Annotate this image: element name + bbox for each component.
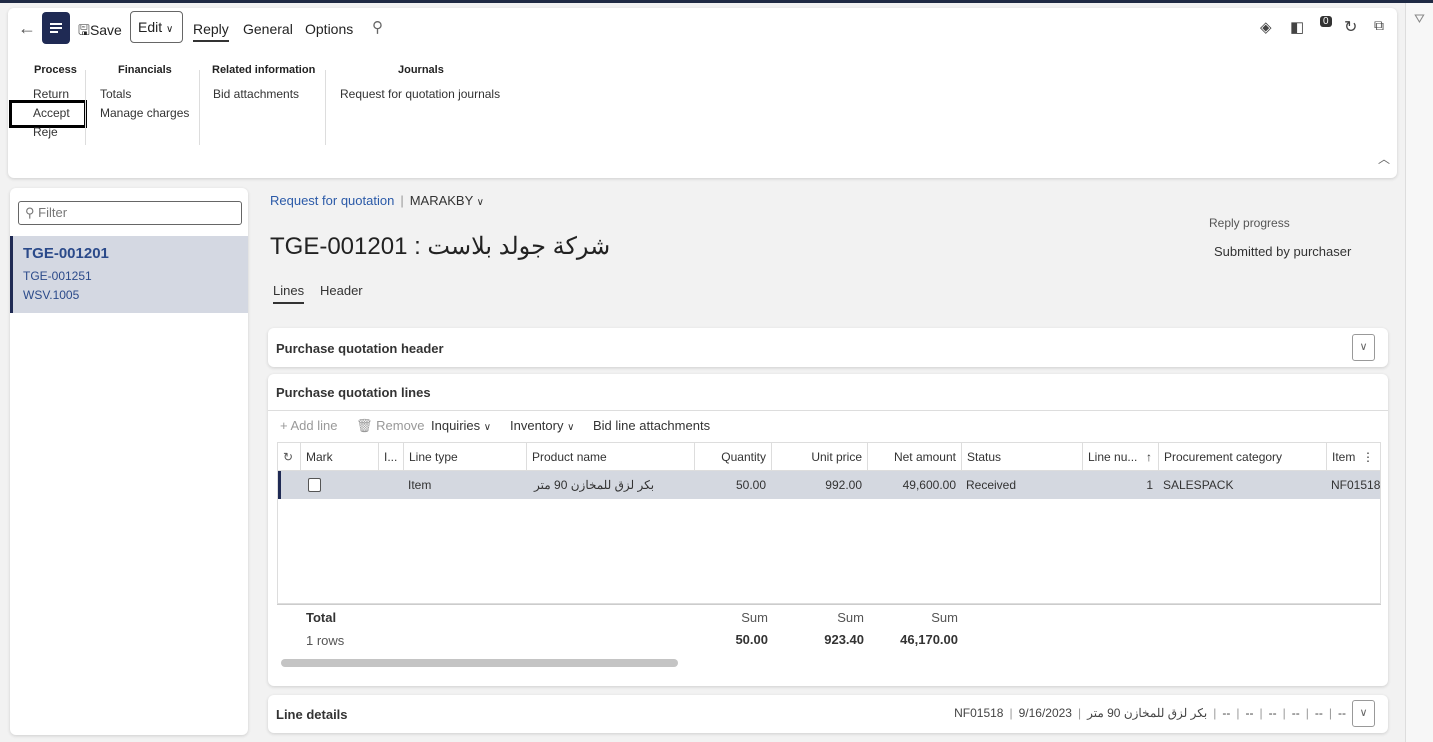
list-item-selected[interactable]: TGE-001201 TGE-001251 WSV.1005	[10, 236, 248, 313]
list-panel: ⚲ Filter TGE-001201 TGE-001251 WSV.1005	[10, 188, 248, 735]
reply-progress-value: Submitted by purchaser	[1214, 244, 1352, 259]
sort-ascending-icon: ↑	[1146, 450, 1152, 464]
column-i[interactable]: I...	[378, 443, 403, 471]
cell-product-name: بكر لزق للمخازن 90 متر	[534, 478, 655, 492]
chevron-down-icon: ∨	[166, 24, 174, 35]
more-icon: ⋮	[1362, 450, 1374, 464]
grid-header: ↻ Mark I... Line type Product name Quant…	[278, 443, 1380, 471]
menu-button[interactable]	[42, 12, 70, 44]
action-pane: ← 🖫Save Edit ∨ Reply General Options ⚲ ◈…	[8, 8, 1397, 178]
divider	[85, 70, 86, 145]
column-product-name[interactable]: Product name	[526, 443, 694, 471]
section-title: Purchase quotation header	[276, 341, 444, 356]
line-details-summary: NF01518 | بكر لزق للمخازن 90 متر|9/16/2023…	[954, 706, 1346, 720]
filter-input[interactable]: ⚲ Filter	[18, 201, 242, 225]
save-button[interactable]: 🖫Save	[78, 20, 122, 44]
cell-unit-price: 992.00	[825, 478, 862, 492]
bid-line-attachments-button[interactable]: Bid line attachments	[593, 418, 710, 433]
column-unit-price[interactable]: Unit price	[771, 443, 867, 471]
column-net-amount[interactable]: Net amount	[867, 443, 961, 471]
sum-net-amount: 46,170.00	[900, 632, 958, 647]
tab-reply[interactable]: Reply	[193, 21, 229, 42]
tab-header[interactable]: Header	[320, 283, 363, 298]
sum-label: Sum	[837, 610, 864, 625]
group-related-title: Related information	[212, 64, 316, 76]
lines-section: Purchase quotation lines + Add line 🗑 Re…	[268, 374, 1388, 686]
list-item-subtitle: WSV.1005	[23, 288, 80, 302]
column-status[interactable]: Status	[961, 443, 1082, 471]
search-icon: ⚲	[25, 205, 35, 220]
bid-attachments-button[interactable]: Bid attachments	[213, 87, 299, 101]
remove-button[interactable]: 🗑 Remove	[356, 418, 425, 434]
sum-label: Sum	[741, 610, 768, 625]
sum-quantity: 50.00	[735, 632, 768, 647]
footer-row-count: 1 rows	[306, 633, 345, 648]
cell-item: NF01518	[1331, 478, 1380, 492]
search-icon[interactable]: ⚲	[372, 18, 383, 36]
list-item-subtitle: TGE-001251	[23, 269, 92, 283]
cell-line-number: 1	[1146, 478, 1153, 492]
edit-button[interactable]: Edit ∨	[130, 11, 183, 43]
column-quantity[interactable]: Quantity	[694, 443, 771, 471]
manage-charges-button[interactable]: Manage charges	[100, 106, 189, 120]
filter-icon[interactable]: ⛛	[1414, 11, 1425, 27]
cell-quantity: 50.00	[735, 478, 766, 492]
open-new-window-icon[interactable]: ⧉	[1374, 17, 1384, 34]
lines-grid: ↻ Mark I... Line type Product name Quant…	[277, 442, 1381, 605]
breadcrumb-link[interactable]: Request for quotation	[270, 193, 394, 208]
breadcrumb: Request for quotation | MARAKBY ∨	[270, 193, 484, 208]
inquiries-menu[interactable]: Inquiries ∨	[431, 418, 491, 433]
horizontal-scrollbar[interactable]	[281, 659, 678, 667]
save-icon: 🖫	[78, 22, 90, 38]
sum-unit-price: 923.40	[824, 632, 864, 647]
cell-net-amount: 49,600.00	[902, 478, 956, 492]
column-line-number[interactable]: Line nu... ↑	[1082, 443, 1158, 471]
company-selector[interactable]: MARAKBY	[410, 193, 473, 208]
column-procurement-category[interactable]: Procurement category	[1158, 443, 1326, 471]
column-item[interactable]: Item ⋮	[1326, 443, 1380, 471]
refresh-icon[interactable]: ↻	[1344, 17, 1357, 37]
notification-badge[interactable]: 0	[1320, 16, 1332, 27]
collapse-icon[interactable]: ︿	[1378, 150, 1390, 167]
back-icon[interactable]: ←	[18, 18, 36, 39]
list-item-title: TGE-001201	[23, 245, 109, 262]
add-line-button[interactable]: + Add line	[280, 418, 337, 433]
return-button[interactable]: Return	[33, 87, 69, 101]
reject-button[interactable]: Reje	[33, 125, 58, 139]
column-mark[interactable]: Mark	[300, 443, 378, 471]
column-line-type[interactable]: Line type	[403, 443, 526, 471]
footer-total-label: Total	[306, 610, 337, 625]
inventory-menu[interactable]: Inventory ∨	[510, 418, 574, 433]
mark-checkbox[interactable]	[308, 478, 321, 492]
group-process-title: Process	[34, 64, 77, 76]
top-bar	[0, 0, 1433, 3]
divider	[199, 70, 200, 145]
cell-line-type: Item	[408, 478, 432, 492]
line-details-section[interactable]: Line details NF01518 | بكر لزق للمخازن 90 …	[268, 695, 1388, 733]
expand-button[interactable]: ∨	[1352, 334, 1375, 361]
highlight-box	[9, 100, 87, 128]
tab-options[interactable]: Options	[305, 21, 353, 37]
tab-lines[interactable]: Lines	[273, 283, 305, 304]
header-section[interactable]: Purchase quotation header ∨	[268, 328, 1388, 367]
section-title: Line details	[276, 707, 348, 722]
divider	[325, 70, 326, 145]
table-row[interactable]: Item بكر لزق للمخازن 90 متر 50.00 992.00…	[278, 471, 1380, 499]
page-title: TGE-001201 : شركة جولد بلاست	[270, 233, 611, 260]
filter-pane: ⛛	[1405, 3, 1433, 742]
office-icon[interactable]: ◧	[1290, 18, 1304, 36]
diamond-icon[interactable]: ◈	[1260, 18, 1272, 36]
totals-button[interactable]: Totals	[100, 87, 131, 101]
sum-label: Sum	[931, 610, 958, 625]
rfq-journals-button[interactable]: Request for quotation journals	[340, 87, 500, 101]
cell-status: Received	[966, 478, 1017, 492]
refresh-icon[interactable]: ↻	[278, 443, 300, 471]
cell-procurement-category: SALESPACK	[1163, 478, 1234, 492]
section-title: Purchase quotation lines	[276, 385, 431, 400]
reply-progress-label: Reply progress	[1209, 216, 1290, 230]
expand-button[interactable]: ∨	[1352, 700, 1375, 727]
tab-general[interactable]: General	[243, 21, 293, 37]
group-journals-title: Journals	[398, 64, 444, 76]
group-financials-title: Financials	[118, 64, 172, 76]
